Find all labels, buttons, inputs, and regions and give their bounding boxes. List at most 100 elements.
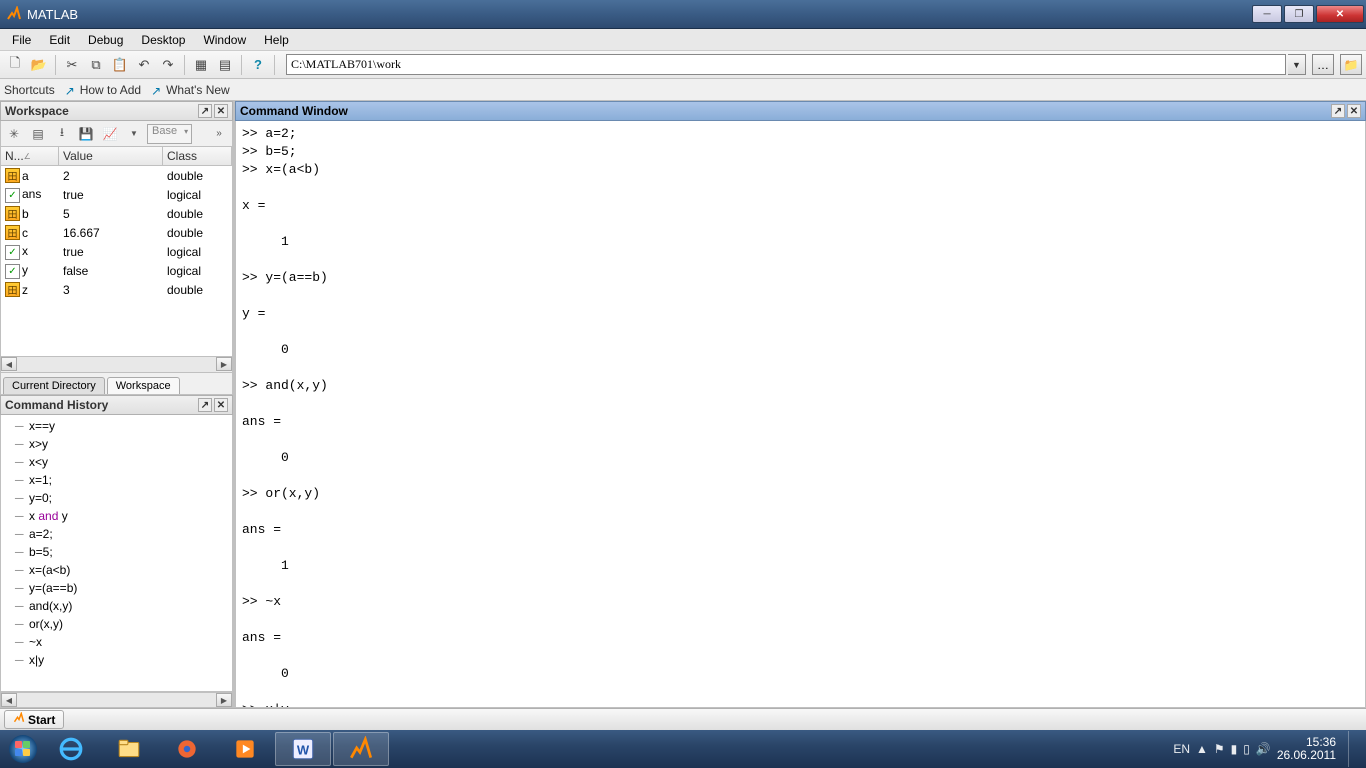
workspace-row[interactable]: 田a2double: [1, 166, 232, 185]
tab-current-directory[interactable]: Current Directory: [3, 377, 105, 394]
path-browse-button[interactable]: …: [1312, 54, 1334, 75]
copy-icon[interactable]: ⧉: [85, 54, 107, 76]
windows-start-button[interactable]: [4, 730, 42, 768]
command-history-panel: Command History ↗ ✕ x==yx>yx<yx=1;y=0;x …: [0, 395, 233, 708]
history-item[interactable]: x=1;: [29, 471, 232, 489]
history-item[interactable]: ~x: [29, 633, 232, 651]
workspace-panel-title[interactable]: Workspace ↗ ✕: [0, 101, 233, 121]
import-icon[interactable]: ⭳: [51, 124, 73, 144]
menu-window[interactable]: Window: [195, 31, 254, 49]
var-type-icon: ✓: [5, 188, 20, 203]
taskbar-matlab-icon[interactable]: [333, 732, 389, 766]
taskbar-ie-icon[interactable]: [43, 732, 99, 766]
command-window-body[interactable]: >> a=2; >> b=5; >> x=(a<b) x = 1 >> y=(a…: [235, 121, 1366, 708]
workspace-row[interactable]: ✓anstruelogical: [1, 185, 232, 204]
history-item[interactable]: x and y: [29, 507, 232, 525]
col-value[interactable]: Value: [59, 147, 163, 165]
show-desktop-button[interactable]: [1348, 731, 1358, 767]
current-folder-path[interactable]: C:\MATLAB701\work: [286, 54, 1286, 75]
open-var-icon[interactable]: ▤: [27, 124, 49, 144]
cut-icon[interactable]: ✂: [61, 54, 83, 76]
path-dropdown-icon[interactable]: ▼: [1288, 54, 1306, 75]
command-window-title[interactable]: Command Window ↗ ✕: [235, 101, 1366, 121]
scroll-right-icon[interactable]: ▶: [216, 357, 232, 371]
volume-icon[interactable]: 🔊: [1256, 742, 1271, 756]
taskbar-app1-icon[interactable]: [159, 732, 215, 766]
history-item[interactable]: y=0;: [29, 489, 232, 507]
taskbar-word-icon[interactable]: W: [275, 732, 331, 766]
redo-icon[interactable]: ↷: [157, 54, 179, 76]
paste-icon[interactable]: 📋: [109, 54, 131, 76]
workspace-header[interactable]: N... ∠ Value Class: [1, 147, 232, 166]
maximize-button[interactable]: ❐: [1284, 5, 1314, 23]
panel-close-icon[interactable]: ✕: [214, 104, 228, 118]
workspace-row[interactable]: 田c16.667double: [1, 223, 232, 242]
close-button[interactable]: ✕: [1316, 5, 1364, 23]
col-name[interactable]: N... ∠: [1, 147, 59, 165]
new-file-icon[interactable]: 🗋: [4, 54, 26, 76]
undock-icon[interactable]: ↗: [198, 398, 212, 412]
menu-help[interactable]: Help: [256, 31, 297, 49]
command-history-body[interactable]: x==yx>yx<yx=1;y=0;x and ya=2;b=5;x=(a<b)…: [0, 415, 233, 692]
tab-workspace[interactable]: Workspace: [107, 377, 180, 394]
scroll-right-icon[interactable]: ▶: [216, 693, 232, 707]
scroll-left-icon[interactable]: ◀: [1, 693, 17, 707]
history-item[interactable]: b=5;: [29, 543, 232, 561]
flag-icon[interactable]: ⚑: [1214, 742, 1225, 756]
command-history-title[interactable]: Command History ↗ ✕: [0, 395, 233, 415]
history-item[interactable]: y=(a==b): [29, 579, 232, 597]
menu-debug[interactable]: Debug: [80, 31, 131, 49]
undock-icon[interactable]: ↗: [1331, 104, 1345, 118]
stack-select[interactable]: Base: [147, 124, 192, 144]
path-up-button[interactable]: 📁: [1340, 54, 1362, 75]
help-icon[interactable]: ?: [247, 54, 269, 76]
history-item[interactable]: x|y: [29, 651, 232, 669]
matlab-start-button[interactable]: Start: [4, 710, 64, 729]
tray-language[interactable]: EN: [1173, 742, 1190, 756]
menu-desktop[interactable]: Desktop: [133, 31, 193, 49]
workspace-body[interactable]: 田a2double✓anstruelogical田b5double田c16.66…: [1, 166, 232, 356]
workspace-row[interactable]: ✓yfalselogical: [1, 261, 232, 280]
plot-dropdown-icon[interactable]: ▼: [123, 124, 145, 144]
shortcut-whats-new[interactable]: ↗ What's New: [151, 83, 230, 97]
col-class[interactable]: Class: [163, 147, 232, 165]
tray-date: 26.06.2011: [1277, 749, 1336, 762]
undo-icon[interactable]: ↶: [133, 54, 155, 76]
menu-file[interactable]: File: [4, 31, 39, 49]
taskbar-explorer-icon[interactable]: [101, 732, 157, 766]
shortcut-how-to-add[interactable]: ↗ How to Add: [65, 83, 141, 97]
panel-close-icon[interactable]: ✕: [1347, 104, 1361, 118]
scroll-left-icon[interactable]: ◀: [1, 357, 17, 371]
history-item[interactable]: or(x,y): [29, 615, 232, 633]
chevron-up-icon[interactable]: ▲: [1196, 742, 1208, 756]
workspace-hscroll[interactable]: ◀ ▶: [1, 356, 232, 372]
history-hscroll[interactable]: ◀ ▶: [0, 692, 233, 708]
workspace-row[interactable]: 田z3double: [1, 280, 232, 299]
workspace-row[interactable]: 田b5double: [1, 204, 232, 223]
history-item[interactable]: x<y: [29, 453, 232, 471]
taskbar-media-icon[interactable]: [217, 732, 273, 766]
guide-icon[interactable]: ▤: [214, 54, 236, 76]
more-icon[interactable]: »: [208, 124, 230, 144]
tray-clock[interactable]: 15:36 26.06.2011: [1277, 736, 1336, 762]
var-type-icon: 田: [5, 206, 20, 221]
network-icon[interactable]: ▮: [1231, 742, 1238, 756]
history-item[interactable]: a=2;: [29, 525, 232, 543]
minimize-button[interactable]: ─: [1252, 5, 1282, 23]
simulink-icon[interactable]: ▦: [190, 54, 212, 76]
history-item[interactable]: x==y: [29, 417, 232, 435]
history-item[interactable]: x>y: [29, 435, 232, 453]
plot-icon[interactable]: 📈: [99, 124, 121, 144]
save-icon[interactable]: 💾: [75, 124, 97, 144]
new-var-icon[interactable]: ✳: [3, 124, 25, 144]
history-item[interactable]: and(x,y): [29, 597, 232, 615]
history-item[interactable]: x=(a<b): [29, 561, 232, 579]
open-folder-icon[interactable]: 📂: [28, 54, 50, 76]
workspace-row[interactable]: ✓xtruelogical: [1, 242, 232, 261]
workspace-title-label: Workspace: [5, 104, 198, 118]
panel-close-icon[interactable]: ✕: [214, 398, 228, 412]
matlab-icon: [6, 6, 22, 22]
menu-edit[interactable]: Edit: [41, 31, 78, 49]
battery-icon[interactable]: ▯: [1243, 742, 1250, 756]
undock-icon[interactable]: ↗: [198, 104, 212, 118]
